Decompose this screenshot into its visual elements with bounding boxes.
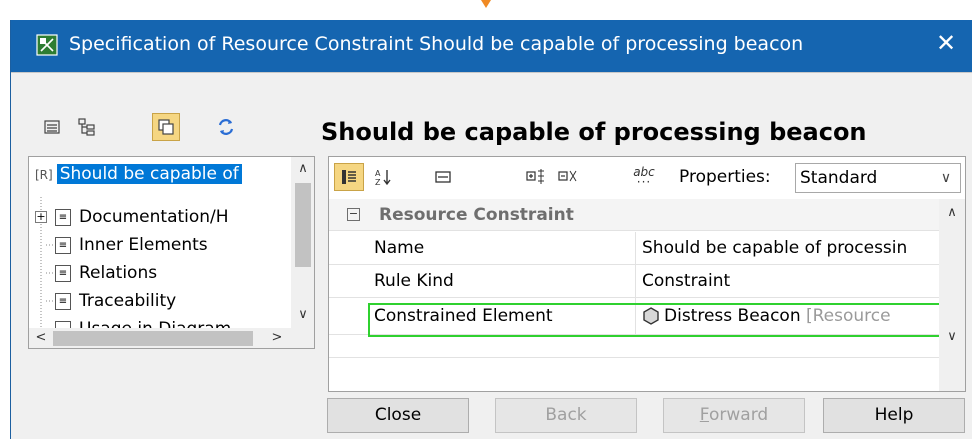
sort-az-icon: A Z bbox=[375, 169, 391, 186]
property-row-name[interactable]: Name Should be capable of processin bbox=[329, 232, 939, 265]
scroll-down-icon[interactable]: ∨ bbox=[293, 305, 313, 325]
tree-item-documentation[interactable]: ≡ Documentation/H bbox=[55, 204, 229, 230]
scroll-down-icon[interactable]: ∨ bbox=[942, 327, 962, 347]
forward-mnemonic: F bbox=[699, 405, 709, 425]
categorized-icon bbox=[342, 170, 356, 184]
tree-item-label: Should be capable of bbox=[56, 164, 242, 184]
list-view-icon bbox=[44, 120, 60, 134]
description-toggle-button[interactable] bbox=[429, 163, 457, 191]
property-page-icon: ≡ bbox=[55, 208, 71, 226]
property-page-icon bbox=[55, 320, 71, 328]
scroll-corner bbox=[291, 328, 314, 348]
scroll-thumb[interactable] bbox=[295, 183, 311, 267]
properties-grid: − Resource Constraint Name Should be cap… bbox=[329, 199, 965, 391]
collapse-icon[interactable]: − bbox=[347, 208, 360, 221]
svg-text:Z: Z bbox=[375, 178, 381, 186]
categorized-view-button[interactable] bbox=[334, 163, 364, 191]
properties-vertical-scrollbar[interactable]: ∧ ∨ bbox=[939, 199, 965, 391]
property-page-icon: ≡ bbox=[55, 236, 71, 254]
property-page-icon: ≡ bbox=[55, 292, 71, 310]
expand-all-button[interactable] bbox=[522, 163, 550, 191]
close-icon[interactable]: ✕ bbox=[934, 29, 958, 57]
help-button[interactable]: Help bbox=[823, 398, 965, 433]
expand-all-icon bbox=[526, 169, 544, 184]
tree-item-traceability[interactable]: ≡ Traceability bbox=[55, 288, 176, 314]
abc-filter-button[interactable]: abc ··· bbox=[627, 163, 661, 191]
chevron-down-icon[interactable]: ∨ bbox=[932, 164, 960, 192]
title-bar: Specification of Resource Constraint Sho… bbox=[11, 20, 972, 72]
svg-text:A: A bbox=[375, 169, 381, 178]
scroll-left-icon[interactable]: < bbox=[31, 328, 51, 348]
scroll-up-icon[interactable]: ∧ bbox=[942, 203, 962, 223]
dialog-title: Specification of Resource Constraint Sho… bbox=[69, 33, 804, 55]
dialog-app-icon bbox=[36, 34, 58, 56]
back-button[interactable]: Back bbox=[495, 398, 637, 433]
refresh-icon bbox=[218, 119, 234, 135]
properties-label: Properties: bbox=[679, 167, 771, 187]
property-row-rule-kind[interactable]: Rule Kind Constraint bbox=[329, 265, 939, 298]
collapse-all-button[interactable] bbox=[554, 163, 582, 191]
tree-view-button[interactable] bbox=[73, 113, 101, 141]
description-icon bbox=[435, 171, 451, 183]
more-dots-icon: ··· bbox=[636, 175, 652, 189]
tree-vertical-scrollbar[interactable]: ∧ ∨ bbox=[291, 157, 314, 328]
tree-item-inner-elements[interactable]: ≡ Inner Elements bbox=[55, 232, 208, 258]
properties-mode-select[interactable]: Standard ∨ bbox=[795, 163, 961, 193]
empty-row bbox=[329, 336, 939, 358]
forward-label: orward bbox=[708, 405, 769, 425]
group-header-label: Resource Constraint bbox=[379, 205, 574, 225]
specification-dialog: Specification of Resource Constraint Sho… bbox=[10, 20, 972, 439]
scroll-up-icon[interactable]: ∧ bbox=[293, 159, 313, 179]
navigation-tree: [R] Should be capable of + ≡ Documentation… bbox=[28, 156, 315, 349]
properties-panel: A Z abc ··· Properties: Standard ∨ − Res… bbox=[328, 156, 966, 392]
scroll-right-icon[interactable]: > bbox=[267, 328, 287, 348]
forward-button[interactable]: Forward bbox=[663, 398, 805, 433]
sort-alphabetical-button[interactable]: A Z bbox=[369, 163, 397, 191]
property-name: Rule Kind bbox=[374, 265, 636, 298]
refresh-button[interactable] bbox=[212, 113, 240, 141]
list-view-button[interactable] bbox=[38, 113, 66, 141]
orange-arrow-indicator bbox=[481, 0, 491, 8]
scroll-thumb[interactable] bbox=[53, 331, 253, 346]
close-button[interactable]: Close bbox=[327, 398, 469, 433]
expand-icon[interactable]: + bbox=[35, 211, 47, 223]
tree-horizontal-scrollbar[interactable]: < > bbox=[29, 328, 291, 348]
property-page-icon: ≡ bbox=[55, 264, 71, 282]
group-header[interactable]: − Resource Constraint bbox=[329, 199, 939, 231]
property-value[interactable]: Should be capable of processin bbox=[639, 232, 936, 265]
show-inherited-button[interactable] bbox=[152, 113, 180, 141]
collapse-all-icon bbox=[558, 170, 577, 182]
tree-item-usage[interactable]: Usage in Diagram bbox=[55, 316, 231, 328]
background-strip bbox=[0, 0, 972, 20]
tree-view-icon bbox=[78, 118, 95, 136]
properties-mode-value: Standard bbox=[800, 168, 878, 188]
property-value[interactable]: Constraint bbox=[639, 265, 936, 298]
page-title: Should be capable of processing beacon bbox=[321, 118, 867, 146]
tree-item-relations[interactable]: ≡ Relations bbox=[55, 260, 157, 286]
dialog-content: Should be capable of processing beacon [… bbox=[11, 72, 972, 439]
property-name: Name bbox=[374, 232, 636, 265]
highlight-annotation bbox=[368, 303, 942, 337]
show-inherited-icon bbox=[158, 119, 174, 135]
